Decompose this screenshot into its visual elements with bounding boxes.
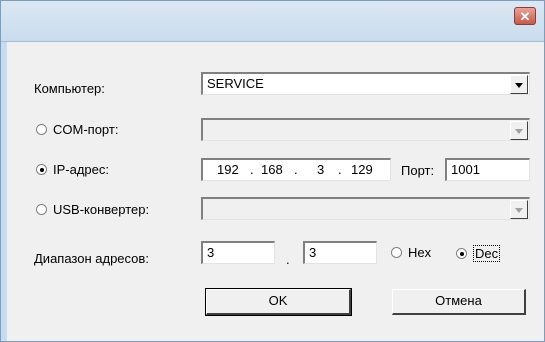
range-from-input[interactable]: 3: [201, 241, 275, 264]
com-port-radio[interactable]: COM-порт:: [36, 122, 118, 137]
address-range-label: Диапазон адресов:: [34, 251, 149, 266]
window-frame-edge: [1, 42, 7, 341]
port-label: Порт:: [401, 163, 435, 178]
computer-label: Компьютер:: [34, 81, 105, 96]
hex-label: Hex: [408, 245, 432, 260]
ok-button[interactable]: OK: [205, 288, 352, 316]
radio-circle[interactable]: [36, 124, 47, 135]
chevron-down-icon[interactable]: [510, 121, 528, 140]
range-to-value: 3: [309, 245, 317, 260]
dec-label: Dec: [473, 245, 501, 262]
range-to-input[interactable]: 3: [303, 241, 377, 264]
ip-octet-2[interactable]: 168: [261, 160, 283, 179]
ip-dot: .: [250, 162, 254, 177]
chevron-down-icon[interactable]: [510, 75, 528, 94]
close-button[interactable]: ✕: [514, 7, 536, 25]
dec-radio[interactable]: Dec: [456, 245, 501, 262]
ip-octet-1[interactable]: 192: [217, 160, 239, 179]
port-input[interactable]: 1001: [445, 158, 530, 181]
ip-label: IP-адрес:: [53, 162, 109, 177]
computer-value: SERVICE: [207, 76, 264, 91]
computer-select[interactable]: SERVICE: [201, 72, 530, 95]
chevron-down-icon[interactable]: [510, 200, 528, 219]
ip-dot: .: [338, 162, 342, 177]
com-port-label: COM-порт:: [53, 122, 119, 137]
ip-address-field[interactable]: 192 . 168 . 3 . 129: [201, 158, 391, 181]
ip-dot: .: [294, 162, 298, 177]
radio-circle[interactable]: [36, 164, 47, 175]
range-separator: .: [286, 252, 290, 267]
usb-radio[interactable]: USB-конвертер:: [36, 202, 149, 217]
hex-radio[interactable]: Hex: [391, 245, 431, 260]
usb-label: USB-конвертер:: [53, 202, 150, 217]
radio-circle[interactable]: [36, 204, 47, 215]
title-bar: ✕: [1, 1, 544, 42]
radio-circle[interactable]: [456, 248, 467, 259]
dialog-window: ✕ Компьютер: SERVICE COM-порт: IP-адрес:…: [0, 0, 545, 342]
ip-octet-3[interactable]: 3: [317, 160, 324, 179]
cancel-button[interactable]: Отмена: [392, 289, 526, 315]
port-value: 1001: [451, 162, 480, 177]
radio-circle[interactable]: [391, 247, 402, 258]
com-port-select[interactable]: [201, 118, 530, 141]
close-icon: ✕: [519, 9, 531, 24]
usb-converter-select[interactable]: [201, 197, 530, 220]
range-from-value: 3: [207, 245, 215, 260]
ip-radio[interactable]: IP-адрес:: [36, 162, 109, 177]
ip-octet-4[interactable]: 129: [351, 160, 373, 179]
